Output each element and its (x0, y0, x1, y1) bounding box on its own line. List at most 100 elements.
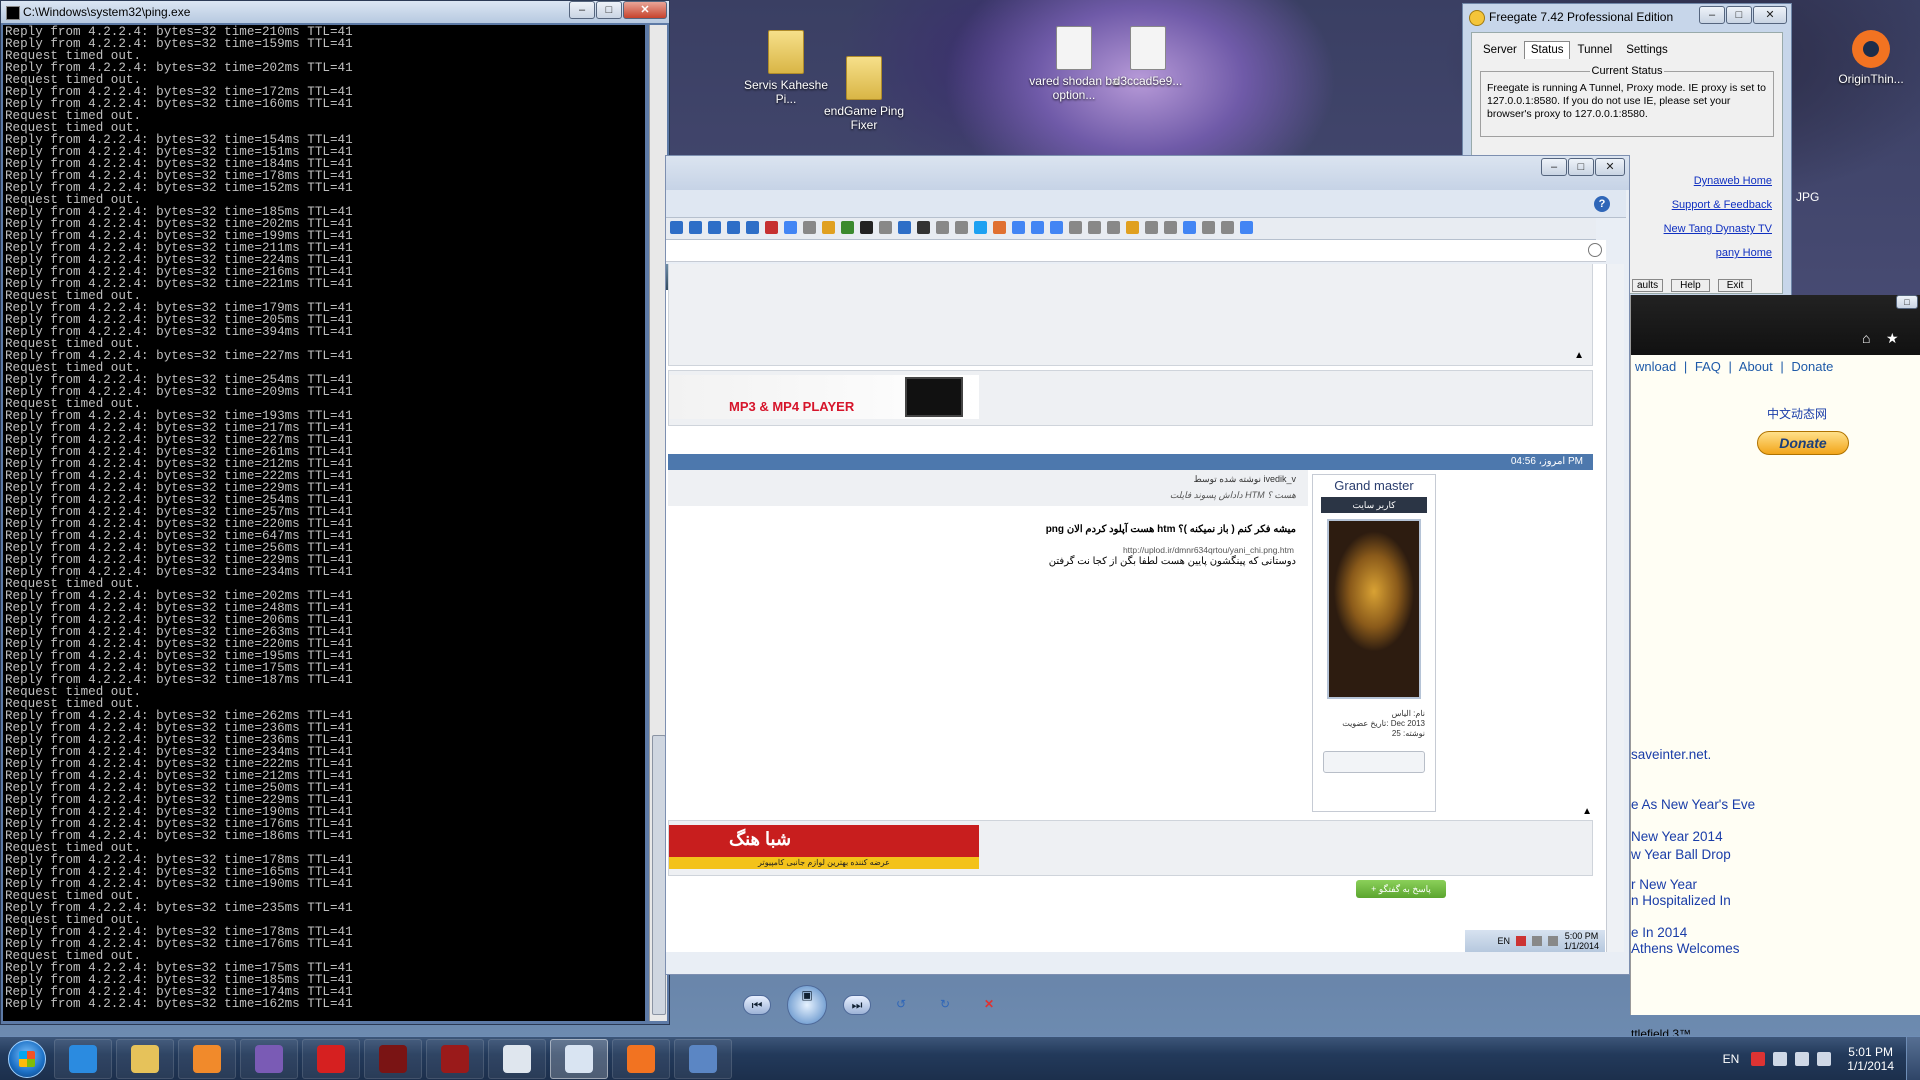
flag-icon[interactable] (1751, 1052, 1766, 1066)
bookmark-icon[interactable] (1050, 221, 1063, 234)
taskbar-button[interactable] (550, 1038, 608, 1079)
taskbar-button[interactable] (426, 1038, 484, 1079)
bookmark-icon[interactable] (1145, 221, 1158, 234)
forum-browser-window[interactable]: – □ ✕ ? ▲ MP3 & MP4 PLAYER امروز، 04:56 … (665, 155, 1630, 975)
display-icon[interactable] (1795, 1052, 1810, 1066)
avatar[interactable] (1327, 519, 1421, 699)
close-button[interactable]: ✕ (1595, 158, 1625, 176)
help-icon[interactable]: ? (1594, 196, 1610, 212)
desktop-icon-vared[interactable]: vared shodan ba option... (1028, 26, 1120, 102)
clock[interactable]: 5:01 PM 1/1/2014 (1835, 1045, 1906, 1073)
maximize-button[interactable]: □ (1896, 295, 1918, 309)
bookmark-icon[interactable] (955, 221, 968, 234)
tab-tunnel[interactable]: Tunnel (1570, 41, 1619, 59)
link-dynaweb-home[interactable]: Dynaweb Home (1664, 169, 1772, 193)
show-desktop-button[interactable] (1906, 1037, 1920, 1080)
taskbar-button[interactable] (54, 1038, 112, 1079)
nav-faq[interactable]: FAQ (1695, 359, 1721, 374)
twitter-icon[interactable] (974, 221, 987, 234)
exit-button[interactable]: Exit (1717, 279, 1753, 292)
bookmark-icon[interactable] (1221, 221, 1234, 234)
bookmark-icon[interactable] (898, 221, 911, 234)
desktop-icon-d3ccad[interactable]: d3ccad5e9... (1108, 26, 1188, 88)
page-scrollbar[interactable] (1606, 264, 1624, 952)
headline[interactable]: n Hospitalized In (1631, 893, 1731, 908)
network-icon[interactable] (1531, 936, 1542, 946)
bookmark-icon[interactable] (993, 221, 1006, 234)
link-support-feedback[interactable]: Support & Feedback (1664, 193, 1772, 217)
maximize-button[interactable]: □ (596, 1, 622, 19)
bookmark-icon[interactable] (746, 221, 759, 234)
headline[interactable]: w Year Ball Drop (1631, 847, 1731, 862)
bookmark-icon[interactable] (803, 221, 816, 234)
maximize-button[interactable]: □ (1568, 158, 1594, 176)
lang-indicator[interactable]: EN (1723, 1052, 1740, 1066)
headline[interactable]: e In 2014 (1631, 925, 1687, 940)
start-button[interactable] (0, 1038, 54, 1080)
refresh-icon[interactable] (1588, 243, 1602, 257)
minimize-button[interactable]: – (1541, 158, 1567, 176)
headline[interactable]: r New Year (1631, 877, 1697, 892)
previous-track-icon[interactable]: ⏮ (743, 995, 771, 1015)
bookmark-icon[interactable] (1088, 221, 1101, 234)
user-profile-button[interactable] (1323, 751, 1425, 773)
console-window[interactable]: C:\Windows\system32\ping.exe – □ ✕ Reply… (0, 0, 670, 1025)
scrollbar-thumb[interactable] (652, 735, 666, 1015)
bookmark-icon[interactable] (917, 221, 930, 234)
desktop-icon-origin[interactable]: OriginThin... (1826, 30, 1916, 86)
defaults-button[interactable]: aults (1632, 279, 1664, 292)
tab-server[interactable]: Server (1476, 41, 1524, 59)
next-track-icon[interactable]: ⏭ (843, 995, 871, 1015)
play-switch-icon[interactable]: ▣ (787, 985, 827, 1025)
bookmark-icon[interactable] (670, 221, 683, 234)
bookmark-icon[interactable] (936, 221, 949, 234)
post-author-line[interactable]: نوشته شده توسط ivedik_v (1194, 474, 1296, 485)
bookmark-icon[interactable] (1183, 221, 1196, 234)
inner-clock[interactable]: 5:00 PM 1/1/2014 (1564, 931, 1599, 951)
headline[interactable]: Athens Welcomes (1631, 941, 1740, 956)
bookmark-icon[interactable] (1202, 221, 1215, 234)
close-button[interactable]: ✕ (1753, 6, 1787, 24)
taskbar-button[interactable] (674, 1038, 732, 1079)
bookmark-icon[interactable] (727, 221, 740, 234)
post-link[interactable]: http://uplod.ir/dmnr634qrtou/yani_chi.pn… (666, 544, 1296, 556)
rotate-right-icon[interactable]: ↻ (931, 995, 959, 1015)
link-ntdtv[interactable]: New Tang Dynasty TV (1664, 217, 1772, 241)
bookmark-icon[interactable] (1069, 221, 1082, 234)
bookmark-icon[interactable] (879, 221, 892, 234)
console-output[interactable]: Reply from 4.2.2.4: bytes=32 time=210ms … (3, 25, 645, 1021)
close-button[interactable]: ✕ (623, 1, 667, 19)
tab-status[interactable]: Status (1523, 41, 1571, 59)
bookmark-icon[interactable] (1126, 221, 1139, 234)
taskbar-button[interactable] (116, 1038, 174, 1079)
favorites-star-icon[interactable]: ★ (1886, 331, 1900, 345)
nav-donate[interactable]: Donate (1791, 359, 1833, 374)
address-bar[interactable] (666, 240, 1606, 262)
headline[interactable]: e As New Year's Eve (1631, 797, 1755, 812)
chinese-link[interactable]: 中文动态网 (1767, 405, 1827, 422)
bookmark-icon[interactable] (1164, 221, 1177, 234)
maximize-button[interactable]: □ (1726, 6, 1752, 24)
desktop-icon-endgame[interactable]: endGame Ping Fixer (816, 56, 912, 132)
headline[interactable]: New Year 2014 (1631, 829, 1723, 844)
nav-download[interactable]: wnload (1635, 359, 1676, 374)
bookmark-icon[interactable] (841, 221, 854, 234)
taskbar-button[interactable] (612, 1038, 670, 1079)
donate-button[interactable]: Donate (1757, 431, 1849, 455)
inner-lang-indicator[interactable]: EN (1497, 936, 1510, 946)
headline[interactable]: saveinter.net. (1631, 747, 1711, 762)
taskbar-button[interactable] (302, 1038, 360, 1079)
bookmark-icon[interactable] (1031, 221, 1044, 234)
volume-icon[interactable] (1547, 936, 1558, 946)
bookmark-icon[interactable] (708, 221, 721, 234)
bookmark-icon[interactable] (822, 221, 835, 234)
bookmark-icon[interactable] (689, 221, 702, 234)
taskbar-button[interactable] (178, 1038, 236, 1079)
tab-settings[interactable]: Settings (1619, 41, 1675, 59)
bookmark-icon[interactable] (1240, 221, 1253, 234)
bookmark-icon[interactable] (784, 221, 797, 234)
bookmark-icon[interactable] (860, 221, 873, 234)
shop-ad[interactable]: شبا هنگ عرضه کننده بهترین لوازم جانبی کا… (669, 825, 979, 869)
home-icon[interactable]: ⌂ (1862, 331, 1876, 345)
bookmark-icon[interactable] (765, 221, 778, 234)
